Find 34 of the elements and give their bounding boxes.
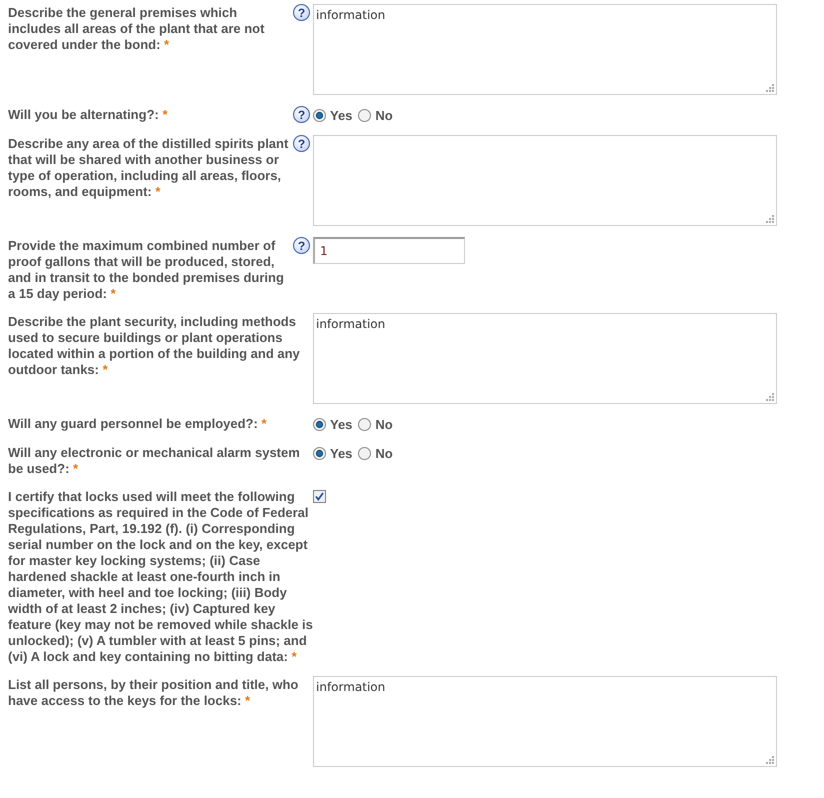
field-label: List all persons, by their position and title, who have access to the keys for the locks: * (8, 677, 300, 710)
field-label: Describe the plant security, including methods used to secure buildings or plant operations located within a portion of the building and any outdoor tanks: * (8, 314, 301, 379)
input-field[interactable]: 1 (313, 237, 465, 264)
help-button[interactable]: ? (293, 106, 310, 123)
field-label: I certify that locks used will meet the following specifications as required in the Code of Federal Regulations, Part, 19.192 (f). (i) Corresponding serial number on the lock and on the key, except for master key locking systems; (ii) Case hardened shackle at least one-fourth inch in diameter, with heel and toe locking; (iii) Body width of at least 2 inches; (iv) Captured key feature (key may not be removed while shackle is unlocked); (v) A tumbler with at least 5 pins; and (vi) A lock and key containing no bitting data: * (8, 489, 313, 665)
resize-grip-icon[interactable] (766, 84, 774, 92)
radio-button[interactable] (358, 108, 372, 122)
option-label[interactable]: No (375, 416, 393, 432)
field-label: Describe the general premises which includes all areas of the plant that are not covered under the bond: * (8, 5, 266, 54)
option-label[interactable]: No (375, 108, 393, 122)
radio-button[interactable] (358, 446, 372, 460)
option-label[interactable]: Yes (330, 446, 352, 460)
field-label: Will any guard personnel be employed?: * (8, 416, 268, 433)
resize-grip-icon[interactable] (766, 393, 774, 401)
radio-button[interactable] (313, 446, 326, 460)
radio-button[interactable] (313, 418, 326, 430)
field-label: Will you be alternating?: * (8, 107, 169, 124)
option-label[interactable]: Yes (330, 416, 352, 432)
option-label[interactable]: No (375, 446, 393, 460)
help-button[interactable]: ? (293, 237, 310, 254)
help-button[interactable]: ? (293, 135, 310, 152)
radio-button[interactable] (358, 418, 372, 430)
field-label: Describe any area of the distilled spirits plant that will be shared with another business or type of operation, including all areas, floors, rooms, and equipment: * (8, 136, 290, 201)
resize-grip-icon[interactable] (766, 215, 774, 223)
text-area[interactable]: information (313, 4, 777, 95)
checkbox[interactable] (313, 490, 326, 503)
field-label: Provide the maximum combined number of proof gallons that will be produced, stored, and in transit to the bonded premises during a 15 day period: * (8, 238, 285, 302)
option-label[interactable]: Yes (330, 108, 352, 122)
text-area[interactable]: information (313, 676, 777, 767)
resize-grip-icon[interactable] (766, 756, 774, 764)
field-label: Will any electronic or mechanical alarm system be used?: * (8, 445, 301, 477)
text-area[interactable]: information (313, 313, 777, 404)
radio-button[interactable] (313, 108, 326, 122)
help-button[interactable]: ? (293, 4, 310, 21)
